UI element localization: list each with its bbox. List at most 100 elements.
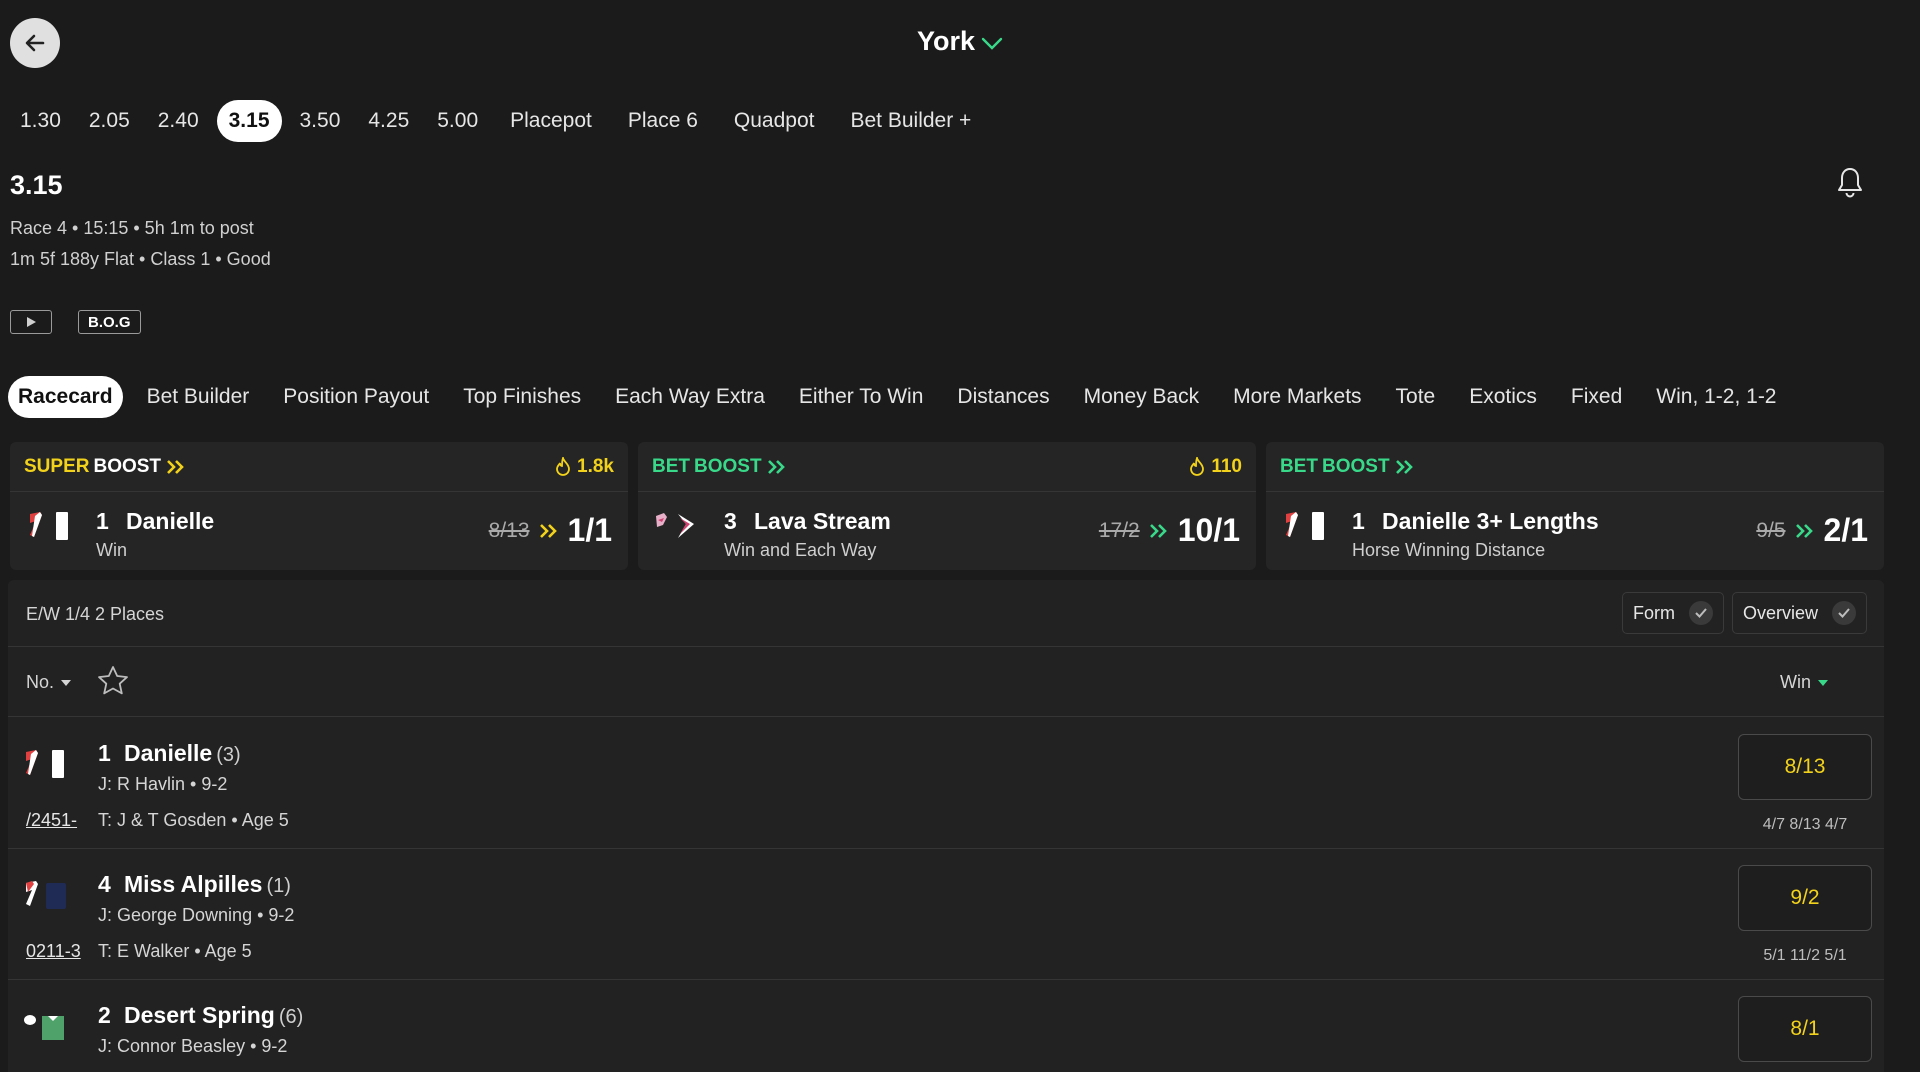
- odds-button[interactable]: 9/2: [1738, 865, 1872, 931]
- boost-runner-number: 1: [96, 508, 109, 534]
- double-chevron-icon: [1149, 523, 1167, 538]
- runner-form[interactable]: /2451-: [26, 810, 77, 831]
- form-toggle[interactable]: Form: [1622, 592, 1724, 634]
- tab-each-way-extra[interactable]: Each Way Extra: [605, 376, 775, 418]
- boost-runner-name: Danielle: [126, 508, 215, 534]
- tab-tote[interactable]: Tote: [1386, 376, 1446, 418]
- boost-type-label: SUPER: [24, 456, 90, 477]
- boost-new-odds: 2/1: [1823, 512, 1868, 548]
- race-title: 3.15: [10, 170, 63, 200]
- super-boost-card[interactable]: SUPER BOOST 1.8k 1 Danielle Win 8/13 1/1: [10, 442, 628, 570]
- boost-type-label: BOOST: [694, 456, 762, 477]
- double-chevron-icon: [1795, 523, 1813, 538]
- runner-name-text: Miss Alpilles: [124, 871, 263, 897]
- sort-by-win[interactable]: Win: [1780, 672, 1829, 693]
- race-time-tab[interactable]: 5.00: [427, 100, 488, 142]
- runner-number: 4: [98, 871, 111, 897]
- overview-toggle[interactable]: Overview: [1732, 592, 1868, 634]
- sort-by-number[interactable]: No.: [26, 672, 72, 693]
- tab-more-markets[interactable]: More Markets: [1223, 376, 1371, 418]
- venue-selector[interactable]: York: [0, 26, 1920, 58]
- runner-name[interactable]: Danielle (3): [124, 740, 241, 767]
- overview-toggle-label: Overview: [1743, 602, 1819, 623]
- market-tabs: Racecard Bet Builder Position Payout Top…: [8, 376, 1795, 418]
- flame-icon: [1190, 457, 1205, 476]
- divider: [8, 646, 1884, 647]
- boost-type-label: BET: [652, 456, 690, 477]
- bet-boost-card[interactable]: BET BOOST 110 3 Lava Stream Win and Each …: [638, 442, 1256, 570]
- race-time-tab[interactable]: 1.30: [10, 100, 71, 142]
- race-time-tab[interactable]: 2.40: [148, 100, 209, 142]
- racecard-panel: E/W 1/4 2 Places Form Overview No. Win 1…: [8, 580, 1884, 1072]
- chevron-down-icon: [981, 27, 1003, 58]
- odds-button[interactable]: 8/1: [1738, 996, 1872, 1062]
- bet-builder-plus-tab[interactable]: Bet Builder +: [836, 100, 985, 142]
- odds-button[interactable]: 8/13: [1738, 734, 1872, 800]
- boost-market: Win: [96, 540, 127, 560]
- tab-top-finishes[interactable]: Top Finishes: [453, 376, 591, 418]
- runner-trainer: T: E Walker • Age 5: [98, 941, 252, 961]
- runner-draw: (3): [216, 744, 241, 766]
- runner-jockey: J: Connor Beasley • 9-2: [98, 1036, 288, 1056]
- double-chevron-icon: [539, 523, 557, 538]
- jockey-silk-icon: [22, 748, 68, 785]
- flame-icon: [556, 457, 570, 476]
- bell-icon[interactable]: [1835, 166, 1865, 205]
- race-meta: Race 4 • 15:15 • 5h 1m to post: [10, 218, 254, 238]
- runner-jockey: J: George Downing • 9-2: [98, 905, 295, 925]
- sort-win-label: Win: [1780, 672, 1811, 692]
- boost-popularity: 110: [1211, 456, 1242, 477]
- bog-badge: B.O.G: [78, 310, 141, 334]
- venue-title: York: [916, 26, 976, 56]
- race-time-tab[interactable]: 2.05: [79, 100, 140, 142]
- boost-old-odds: 8/13: [488, 518, 530, 542]
- tab-bet-builder[interactable]: Bet Builder: [137, 376, 260, 418]
- tab-fixed[interactable]: Fixed: [1561, 376, 1632, 418]
- boost-runner-number: 1: [1352, 508, 1365, 534]
- jockey-silk-icon: [654, 510, 700, 547]
- placepot-tab[interactable]: Placepot: [496, 100, 606, 142]
- tab-exotics[interactable]: Exotics: [1459, 376, 1547, 418]
- tab-either-to-win[interactable]: Either To Win: [789, 376, 934, 418]
- race-time-tab-active[interactable]: 3.15: [216, 100, 282, 142]
- double-chevron-icon: [1395, 460, 1413, 474]
- race-conditions: 1m 5f 188y Flat • Class 1 • Good: [10, 249, 271, 269]
- double-chevron-icon: [767, 460, 785, 474]
- runner-row: 1 Danielle (3) J: R Havlin • 9-2 /2451- T…: [8, 718, 1884, 848]
- runner-name[interactable]: Miss Alpilles (1): [124, 871, 291, 898]
- tab-win-forecast[interactable]: Win, 1-2, 1-2: [1646, 376, 1786, 418]
- star-icon[interactable]: [96, 664, 130, 703]
- tab-money-back[interactable]: Money Back: [1074, 376, 1210, 418]
- race-time-tab[interactable]: 3.50: [290, 100, 351, 142]
- race-time-tab[interactable]: 4.25: [358, 100, 419, 142]
- runner-draw: (6): [278, 1006, 304, 1028]
- quadpot-tab[interactable]: Quadpot: [720, 100, 829, 142]
- runner-name[interactable]: Desert Spring (6): [124, 1002, 303, 1029]
- sort-number-label: No.: [26, 672, 55, 692]
- divider: [8, 716, 1884, 717]
- place6-tab[interactable]: Place 6: [614, 100, 712, 142]
- runner-name-text: Danielle: [124, 740, 213, 766]
- runner-row: 4 Miss Alpilles (1) J: George Downing • 9…: [8, 849, 1884, 979]
- bet-boost-card[interactable]: BET BOOST 1 Danielle 3+ Lengths Horse Win…: [1266, 442, 1884, 570]
- boost-runner-name: Danielle 3+ Lengths: [1382, 508, 1599, 534]
- boost-new-odds: 10/1: [1177, 512, 1240, 548]
- tab-position-payout[interactable]: Position Payout: [273, 376, 439, 418]
- boost-runner-name: Lava Stream: [754, 508, 891, 534]
- runner-form[interactable]: 0211-3: [26, 941, 81, 962]
- tab-distances[interactable]: Distances: [947, 376, 1059, 418]
- boost-type-label: BOOST: [1322, 456, 1390, 477]
- tab-racecard[interactable]: Racecard: [8, 376, 123, 418]
- race-times-nav: 1.30 2.05 2.40 3.15 3.50 4.25 5.00 Place…: [10, 100, 985, 142]
- check-icon: [1689, 601, 1713, 625]
- jockey-silk-icon: [22, 879, 68, 916]
- boost-old-odds: 17/2: [1098, 518, 1140, 542]
- check-icon: [1832, 601, 1857, 625]
- jockey-silk-icon: [22, 1010, 68, 1047]
- jockey-silk-icon: [1282, 510, 1328, 547]
- boost-old-odds: 9/5: [1756, 518, 1786, 542]
- boost-market: Win and Each Way: [724, 540, 877, 560]
- boost-new-odds: 1/1: [567, 512, 612, 548]
- runner-number: 2: [98, 1002, 111, 1028]
- stream-button[interactable]: [10, 310, 52, 334]
